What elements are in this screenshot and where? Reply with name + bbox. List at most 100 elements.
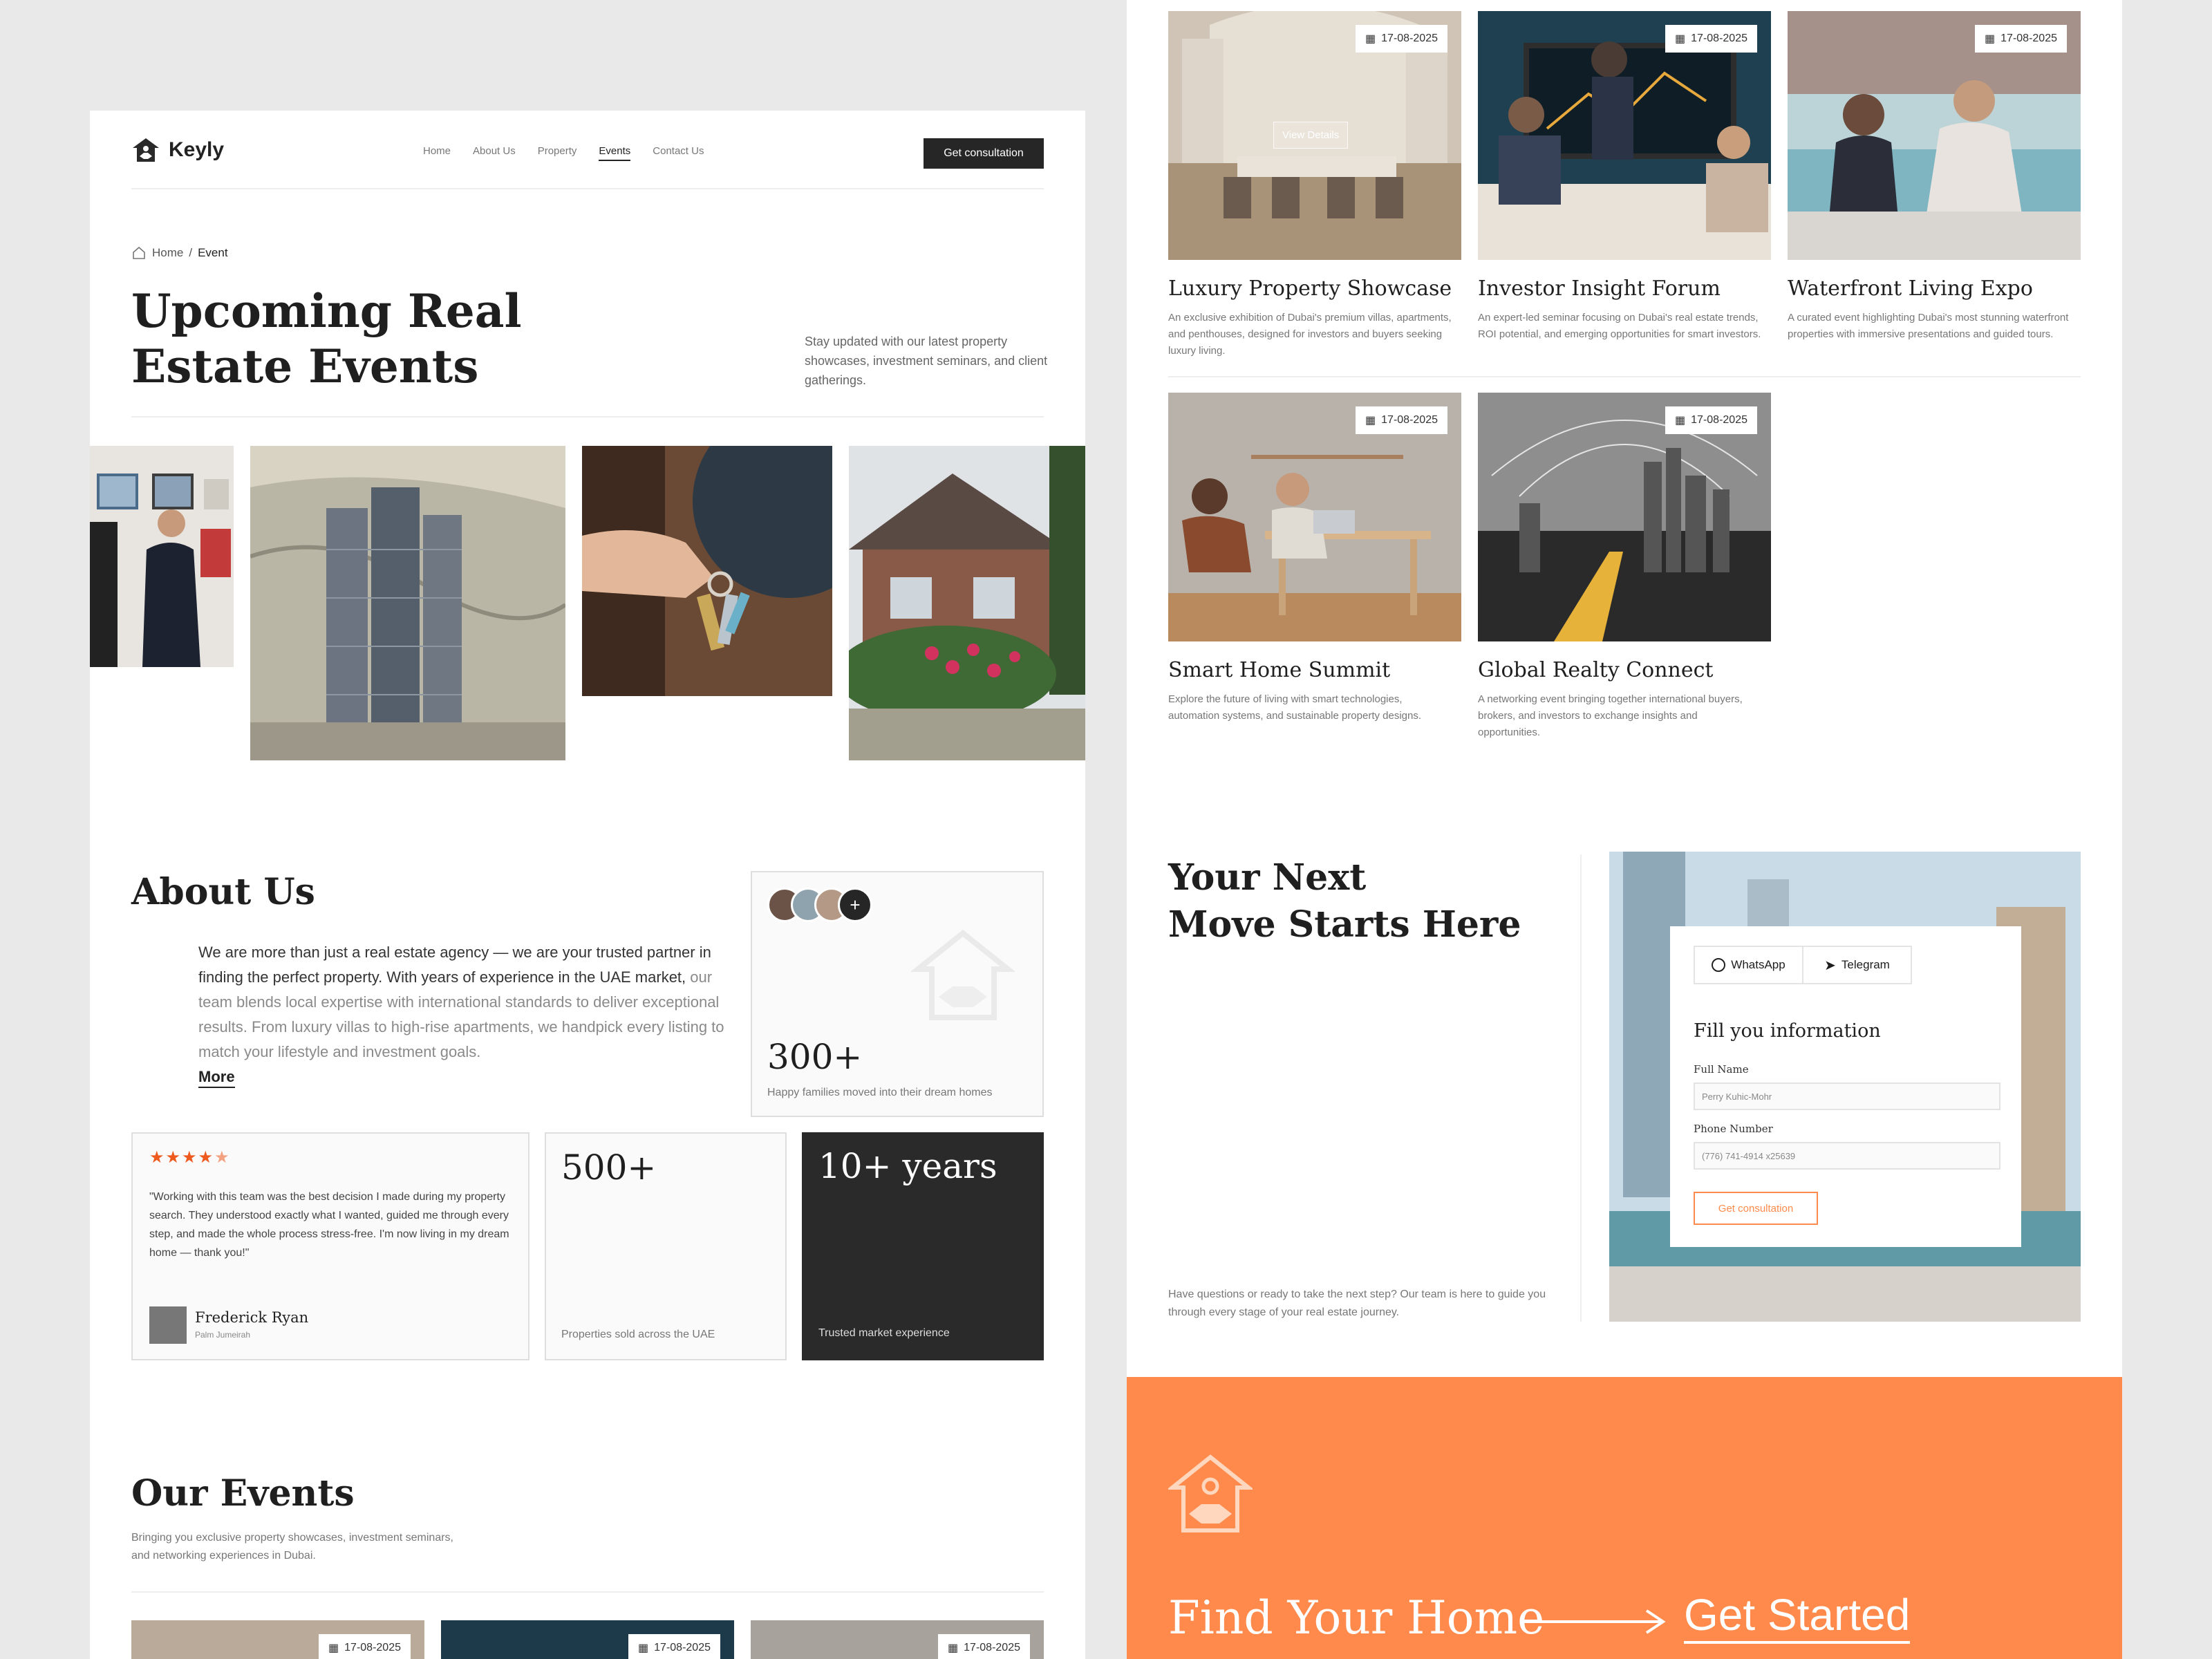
footer-cta: Find Your Home Get Started	[1127, 1377, 2122, 1659]
nav-home[interactable]: Home	[423, 145, 451, 161]
about-text-strong: We are more than just a real estate agen…	[198, 944, 711, 986]
rating-stars-icon: ★★★★★	[149, 1148, 231, 1167]
reviewer-location: Palm Jumeirah	[195, 1330, 251, 1340]
breadcrumb-sep: /	[189, 246, 193, 259]
telegram-label: Telegram	[1841, 958, 1890, 971]
families-card: + 300+ Happy families moved into their d…	[751, 871, 1044, 1117]
page-title-line2: Estate Events	[131, 339, 479, 393]
phone-input[interactable]: (776) 741-4914 x25639	[1694, 1142, 2000, 1170]
house-handshake-icon	[133, 138, 159, 162]
calendar-icon: ▦	[1985, 33, 1996, 45]
nav-divider	[131, 188, 1044, 189]
contact-title: Your Next Move Starts Here	[1168, 854, 1521, 948]
event-title[interactable]: Global Realty Connect	[1478, 658, 1713, 682]
event-thumb[interactable]: ▦ 17-08-2025	[441, 1620, 734, 1659]
house-handshake-icon	[1168, 1454, 1253, 1533]
experience-card: 10+ years Trusted market experience	[802, 1132, 1044, 1360]
full-name-label: Full Name	[1694, 1063, 1749, 1076]
events-row-divider	[1168, 376, 2081, 377]
event-title[interactable]: Smart Home Summit	[1168, 658, 1390, 682]
event-thumb[interactable]: ▦ 17-08-2025	[131, 1620, 424, 1659]
sold-count: 500+	[561, 1147, 657, 1188]
contact-text: Have questions or ready to take the next…	[1168, 1288, 1546, 1318]
contact-form: WhatsApp ➤ Telegram Fill you information…	[1670, 926, 2021, 1247]
contact-title-line2: Move Starts Here	[1168, 903, 1521, 946]
event-date: 17-08-2025	[2000, 32, 2057, 44]
event-desc: An exclusive exhibition of Dubai's premi…	[1168, 312, 1452, 357]
about-title: About Us	[131, 871, 315, 913]
telegram-icon: ➤	[1824, 957, 1836, 973]
arrow-right-icon	[1522, 1609, 1666, 1634]
date-badge: ▦ 17-08-2025	[938, 1634, 1030, 1659]
breadcrumb-current: Event	[198, 246, 228, 259]
view-details-button[interactable]: View Details	[1273, 122, 1349, 149]
event-date: 17-08-2025	[1381, 32, 1438, 44]
date-badge: ▦ 17-08-2025	[1356, 25, 1447, 53]
event-card-image[interactable]: ▦ 17-08-2025	[1478, 393, 1771, 641]
event-date: 17-08-2025	[344, 1642, 401, 1653]
landing-page-left: Keyly Home About Us Property Events Cont…	[90, 111, 1085, 1659]
event-date: 17-08-2025	[964, 1642, 1020, 1653]
find-home-text: Find Your Home	[1168, 1591, 1545, 1644]
sold-label: Properties sold across the UAE	[561, 1329, 715, 1340]
get-consultation-button[interactable]: Get consultation	[924, 138, 1044, 169]
nav-about[interactable]: About Us	[473, 145, 516, 161]
brand-logo[interactable]: Keyly	[131, 137, 224, 163]
event-card-image[interactable]: ▦ 17-08-2025	[1168, 393, 1461, 641]
hero-divider	[131, 416, 1044, 418]
event-desc: A networking event bringing together int…	[1478, 693, 1743, 738]
event-thumb[interactable]: ▦ 17-08-2025	[751, 1620, 1044, 1659]
event-desc: An expert-led seminar focusing on Dubai'…	[1478, 312, 1761, 340]
event-card-image[interactable]: ▦ 17-08-2025 View Details	[1168, 11, 1461, 260]
event-title[interactable]: Luxury Property Showcase	[1168, 276, 1452, 301]
full-name-input[interactable]: Perry Kuhic-Mohr	[1694, 1082, 2000, 1110]
form-submit-button[interactable]: Get consultation	[1694, 1192, 1818, 1225]
whatsapp-label: WhatsApp	[1731, 958, 1785, 971]
page-title: Upcoming Real Estate Events	[131, 283, 546, 394]
calendar-icon: ▦	[1365, 415, 1376, 427]
families-count: 300+	[767, 1037, 863, 1077]
calendar-icon: ▦	[1365, 33, 1376, 45]
event-desc: A curated event highlighting Dubai's mos…	[1788, 312, 2069, 340]
event-date: 17-08-2025	[1381, 414, 1438, 426]
breadcrumb: Home / Event	[131, 245, 228, 261]
brand-name: Keyly	[169, 138, 225, 161]
date-badge: ▦ 17-08-2025	[1665, 406, 1757, 434]
gallery-photo-keys	[582, 446, 832, 696]
calendar-icon: ▦	[1675, 33, 1686, 45]
event-card-image[interactable]: ▦ 17-08-2025	[1478, 11, 1771, 260]
date-badge: ▦ 17-08-2025	[1356, 406, 1447, 434]
phone-label: Phone Number	[1694, 1123, 1773, 1135]
messenger-tabs: WhatsApp ➤ Telegram	[1694, 946, 1912, 984]
house-handshake-watermark-icon	[911, 929, 1015, 1020]
nav-property[interactable]: Property	[538, 145, 577, 161]
event-title[interactable]: Investor Insight Forum	[1478, 276, 1721, 301]
whatsapp-button[interactable]: WhatsApp	[1695, 947, 1803, 983]
event-title[interactable]: Waterfront Living Expo	[1788, 276, 2033, 301]
main-nav: Home About Us Property Events Contact Us	[423, 145, 704, 161]
events-divider	[131, 1591, 1044, 1593]
date-badge: ▦ 17-08-2025	[1975, 25, 2067, 53]
event-date: 17-08-2025	[1691, 414, 1747, 426]
date-badge: ▦ 17-08-2025	[628, 1634, 720, 1659]
telegram-button[interactable]: ➤ Telegram	[1803, 947, 1911, 983]
breadcrumb-home[interactable]: Home	[152, 246, 183, 260]
get-started-link[interactable]: Get Started	[1684, 1588, 1911, 1644]
more-link[interactable]: More	[198, 1067, 235, 1088]
our-events-subtitle: Bringing you exclusive property showcase…	[131, 1532, 453, 1562]
contact-divider	[1580, 854, 1582, 1322]
event-card-image[interactable]: ▦ 17-08-2025	[1788, 11, 2081, 260]
reviewer-avatar	[149, 1306, 187, 1344]
gallery-photo-house	[849, 446, 1085, 760]
contact-title-line1: Your Next	[1168, 856, 1367, 899]
calendar-icon: ▦	[328, 1642, 339, 1654]
reviewer-name: Frederick Ryan	[195, 1309, 309, 1326]
about-text: We are more than just a real estate agen…	[198, 940, 734, 1089]
our-events-title: Our Events	[131, 1472, 355, 1515]
add-avatar-button[interactable]: +	[838, 888, 872, 922]
nav-contact[interactable]: Contact Us	[653, 145, 704, 161]
gallery-photo-agent	[90, 446, 234, 667]
nav-events[interactable]: Events	[599, 145, 631, 161]
event-date: 17-08-2025	[1691, 32, 1747, 44]
properties-sold-card: 500+ Properties sold across the UAE	[545, 1132, 787, 1360]
